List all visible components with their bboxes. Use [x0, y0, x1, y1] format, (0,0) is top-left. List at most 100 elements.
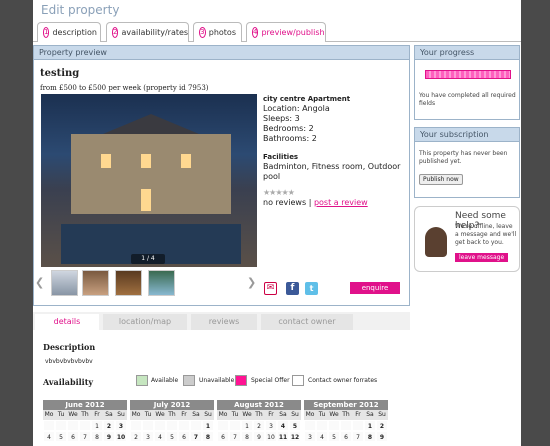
day-cell[interactable]	[130, 420, 142, 431]
subscription-header: Your subscription settings	[414, 127, 520, 152]
day-cell[interactable]	[229, 420, 241, 431]
day-cell[interactable]	[352, 420, 364, 431]
day-cell[interactable]: 8	[364, 431, 376, 442]
thumbnail[interactable]	[148, 270, 175, 296]
day-cell[interactable]: 7	[352, 431, 364, 442]
day-cell[interactable]: 2	[253, 420, 265, 431]
day-cell[interactable]: 4	[277, 420, 289, 431]
photo-house	[71, 134, 231, 214]
day-cell[interactable]: 1	[91, 420, 103, 431]
day-cell[interactable]: 10	[115, 431, 127, 442]
progress-panel: You have completed all required fields	[414, 60, 520, 120]
tab-details[interactable]: details	[35, 314, 99, 330]
day-cell[interactable]	[340, 420, 352, 431]
property-price: from £500 to £500 per week (property id …	[40, 84, 209, 92]
step-description[interactable]: 1 description	[37, 22, 101, 42]
day-cell[interactable]: 4	[154, 431, 166, 442]
day-cell[interactable]	[316, 420, 328, 431]
day-header: Su	[204, 411, 212, 418]
day-cell[interactable]: 2	[376, 420, 388, 431]
day-header: Mo	[305, 411, 315, 418]
day-cell[interactable]: 3	[142, 431, 154, 442]
legend-contact-swatch	[292, 375, 304, 386]
day-cell[interactable]: 9	[376, 431, 388, 442]
day-header: Th	[168, 411, 176, 418]
day-cell[interactable]: 10	[265, 431, 277, 442]
post-review-link[interactable]: post a review	[314, 198, 368, 207]
tab-reviews[interactable]: reviews	[191, 314, 257, 330]
day-cell[interactable]: 1	[241, 420, 253, 431]
day-cell[interactable]	[67, 420, 79, 431]
day-cell[interactable]: 8	[241, 431, 253, 442]
day-cell[interactable]: 7	[229, 431, 241, 442]
tab-location-map[interactable]: location/map	[103, 314, 187, 330]
day-header: Tu	[231, 411, 239, 418]
day-cell[interactable]	[178, 420, 190, 431]
day-cell[interactable]: 3	[115, 420, 127, 431]
day-headers: Mo Tu We Th Fr Sa Su	[43, 410, 127, 420]
day-cell[interactable]: 8	[202, 431, 214, 442]
tab-contact-owner[interactable]: contact owner	[261, 314, 353, 330]
day-cell[interactable]	[166, 420, 178, 431]
day-cell[interactable]: 12	[289, 431, 301, 442]
day-cell[interactable]: 5	[55, 431, 67, 442]
day-cell[interactable]: 1	[202, 420, 214, 431]
month-title: August 2012	[217, 400, 301, 410]
day-cell[interactable]: 6	[67, 431, 79, 442]
thumbnail[interactable]	[82, 270, 109, 296]
chevron-left-icon[interactable]: ❮	[35, 276, 44, 289]
enquire-button[interactable]: enquire	[350, 282, 400, 294]
facebook-icon[interactable]: f	[286, 282, 299, 295]
day-header: Mo	[131, 411, 141, 418]
legend-contact: Contact owner forrates	[308, 377, 378, 384]
day-cell[interactable]	[43, 420, 55, 431]
day-cell[interactable]: 4	[43, 431, 55, 442]
day-cell[interactable]: 3	[304, 431, 316, 442]
day-cell[interactable]: 4	[316, 431, 328, 442]
thumbnail[interactable]	[115, 270, 142, 296]
day-headers: Mo Tu We Th Fr Sa Su	[217, 410, 301, 420]
day-cell[interactable]	[55, 420, 67, 431]
day-header: We	[329, 411, 339, 418]
twitter-icon[interactable]: t	[305, 282, 318, 295]
day-cell[interactable]	[79, 420, 91, 431]
day-cell[interactable]	[304, 420, 316, 431]
day-cell[interactable]	[328, 420, 340, 431]
step-preview-publish[interactable]: 4 preview/publish	[246, 22, 326, 42]
day-header: Fr	[181, 411, 187, 418]
legend-available-swatch	[136, 375, 148, 386]
day-cell[interactable]	[190, 420, 202, 431]
day-cell[interactable]: 5	[328, 431, 340, 442]
day-cell[interactable]: 6	[340, 431, 352, 442]
day-cell[interactable]: 1	[364, 420, 376, 431]
day-cell[interactable]	[154, 420, 166, 431]
month-title: July 2012	[130, 400, 214, 410]
day-cell[interactable]: 6	[217, 431, 229, 442]
day-cell[interactable]: 11	[277, 431, 289, 442]
step-photos[interactable]: 3 photos	[193, 22, 242, 42]
day-cell[interactable]: 6	[178, 431, 190, 442]
day-header: We	[155, 411, 165, 418]
thumbnail-strip: ❮ ❯	[35, 270, 257, 296]
day-cell[interactable]: 7	[190, 431, 202, 442]
day-cell[interactable]: 5	[166, 431, 178, 442]
main-photo[interactable]: 1 / 4	[41, 94, 257, 267]
day-cell[interactable]: 3	[265, 420, 277, 431]
day-cell[interactable]: 5	[289, 420, 301, 431]
thumbnail[interactable]	[51, 270, 78, 296]
day-cell[interactable]: 8	[91, 431, 103, 442]
day-cell[interactable]	[142, 420, 154, 431]
day-cell[interactable]: 2	[130, 431, 142, 442]
leave-message-button[interactable]: leave message	[455, 253, 509, 262]
chevron-right-icon[interactable]: ❯	[247, 276, 256, 289]
day-cell[interactable]: 2	[103, 420, 115, 431]
publish-now-button[interactable]: Publish now	[419, 174, 463, 185]
week-row: 123	[43, 420, 127, 431]
step-availability-rates[interactable]: 2 availability/rates	[106, 22, 189, 42]
day-cell[interactable]: 9	[253, 431, 265, 442]
email-icon[interactable]: ✉	[264, 282, 277, 295]
day-header: Tu	[144, 411, 152, 418]
day-cell[interactable]	[217, 420, 229, 431]
day-cell[interactable]: 7	[79, 431, 91, 442]
day-cell[interactable]: 9	[103, 431, 115, 442]
